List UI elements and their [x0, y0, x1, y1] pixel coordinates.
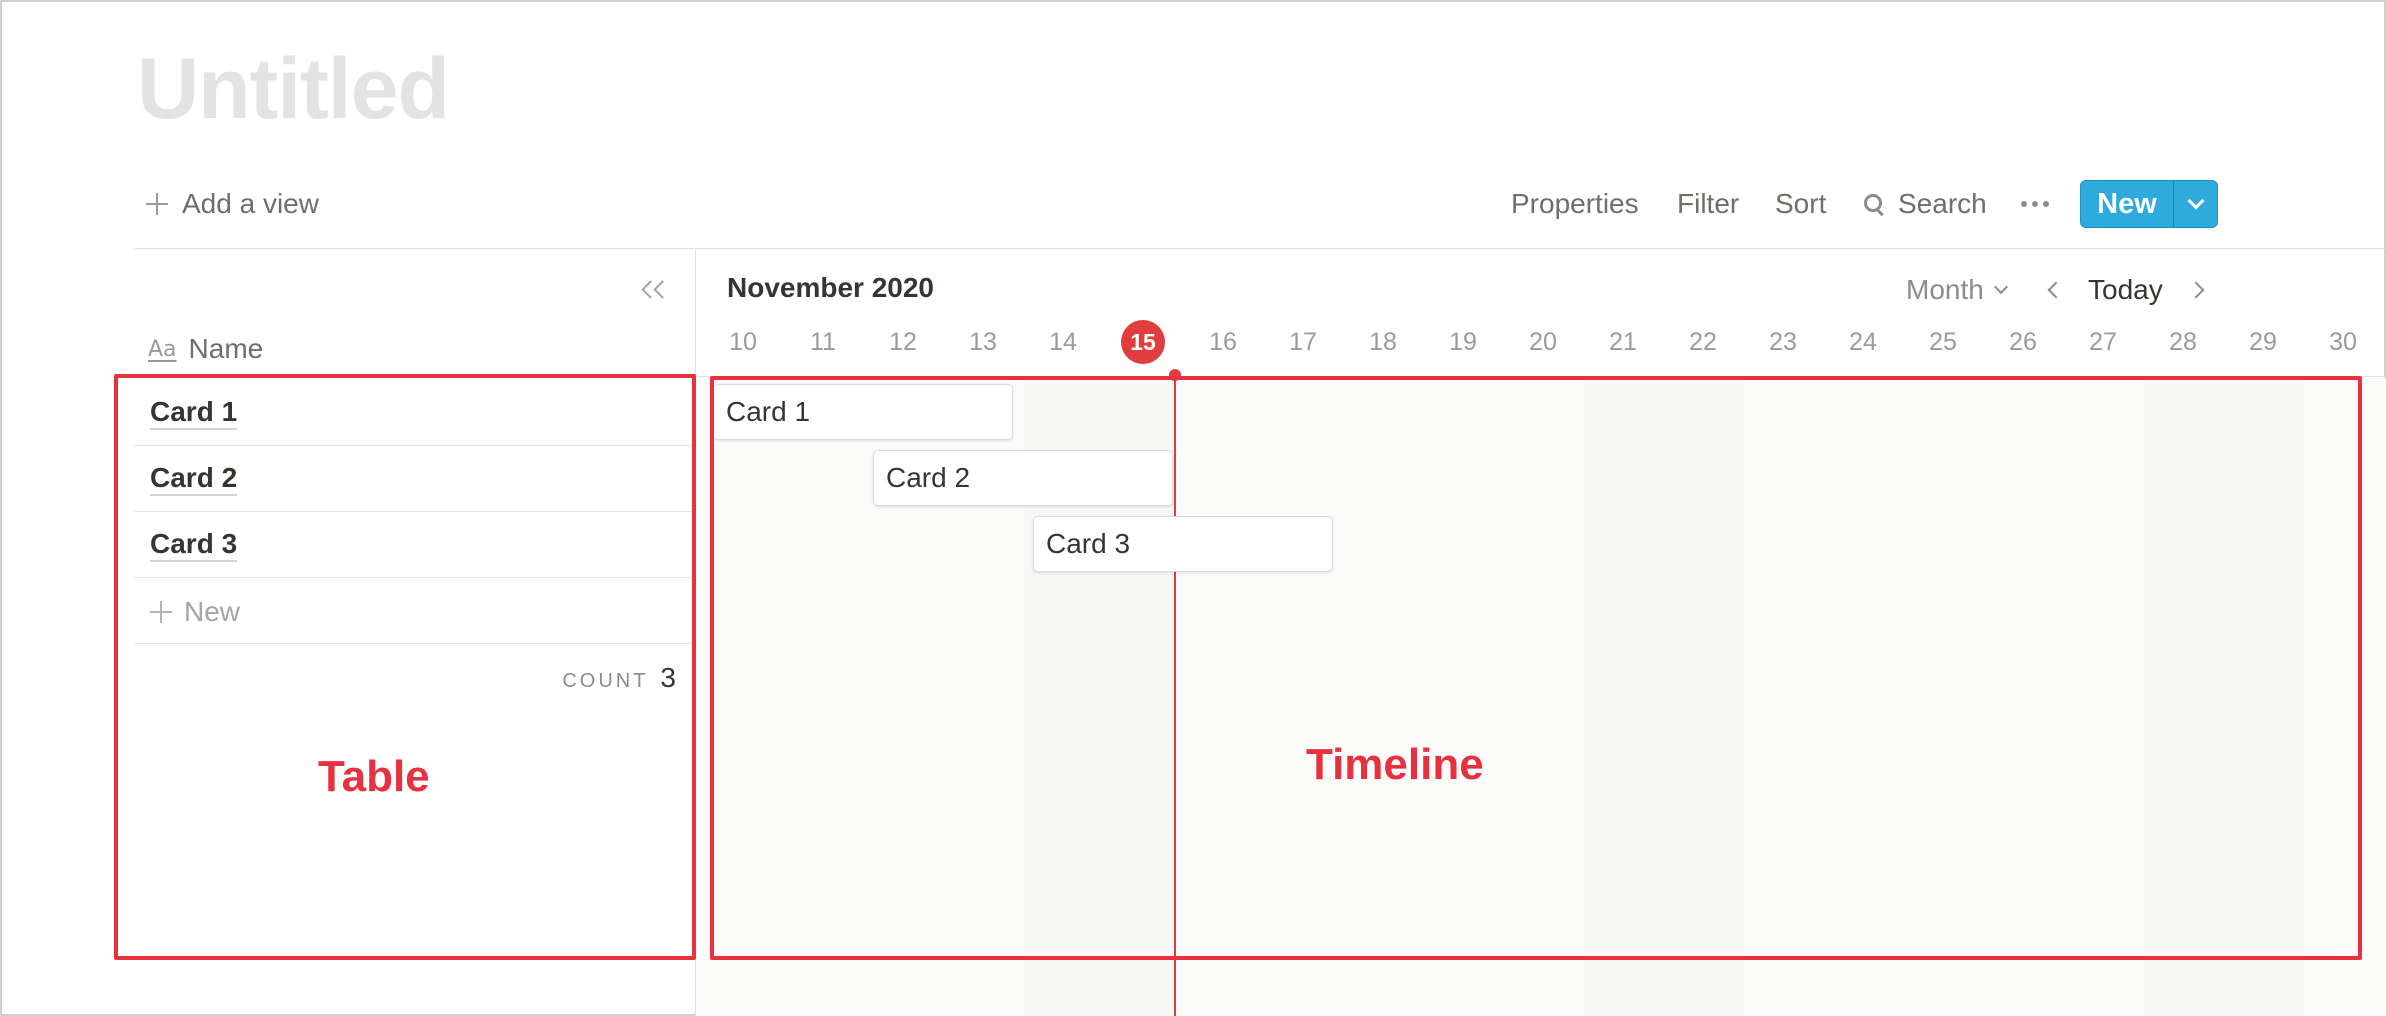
search-icon [1864, 194, 1884, 214]
day-label: 25 [1929, 327, 1957, 356]
scale-label: Month [1906, 274, 1984, 305]
day-label: 23 [1769, 327, 1797, 356]
day-label: 10 [729, 327, 757, 356]
chevron-right-icon [2187, 281, 2205, 299]
day-label: 14 [1049, 327, 1077, 356]
today-button[interactable]: Today [2088, 272, 2163, 308]
day-label: 17 [1289, 327, 1317, 356]
day-label: 19 [1449, 327, 1477, 356]
page-title[interactable]: Untitled [137, 40, 450, 139]
table-annotation-box [114, 374, 696, 960]
next-button[interactable] [2187, 280, 2208, 300]
new-button-group: New [2080, 180, 2218, 228]
day-label: 30 [2329, 327, 2357, 356]
sort-button[interactable]: Sort [1775, 180, 1826, 228]
day-label: 15 [1113, 320, 1173, 364]
day-label: 21 [1609, 327, 1637, 356]
new-button[interactable]: New [2081, 181, 2173, 227]
collapse-table-button[interactable] [640, 278, 674, 302]
day-label: 18 [1369, 327, 1397, 356]
new-dropdown-button[interactable] [2174, 181, 2217, 227]
search-label: Search [1898, 188, 1987, 219]
day-label: 27 [2089, 327, 2117, 356]
name-column-header[interactable]: Aa Name [148, 332, 263, 366]
filter-button[interactable]: Filter [1677, 180, 1739, 228]
chevron-left-icon [2047, 281, 2065, 299]
day-label: 28 [2169, 327, 2197, 356]
day-label: 12 [889, 327, 917, 356]
timeline-annotation-label: Timeline [1306, 740, 1484, 789]
day-label: 22 [1689, 327, 1717, 356]
month-label: November 2020 [727, 272, 935, 303]
name-column-label: Name [188, 333, 264, 364]
previous-button[interactable] [2044, 280, 2065, 300]
more-icon [2021, 201, 2049, 207]
view-toolbar: Properties Filter Sort Search [0, 180, 2386, 228]
chevron-left-icon [653, 280, 672, 299]
toolbar-divider [134, 248, 2386, 249]
day-label: 16 [1209, 327, 1237, 356]
search-button[interactable]: Search [1864, 180, 1987, 228]
text-property-icon: Aa [148, 336, 177, 362]
chevron-down-icon [1993, 279, 2008, 295]
timeline-scale-select[interactable]: Month [1906, 272, 2008, 308]
day-label: 29 [2249, 327, 2277, 356]
properties-button[interactable]: Properties [1511, 180, 1639, 228]
chevron-down-icon [2187, 192, 2204, 210]
day-label: 24 [1849, 327, 1877, 356]
day-label: 26 [2009, 327, 2037, 356]
timeline-annotation-box [710, 376, 2362, 960]
table-annotation-label: Table [318, 752, 430, 801]
more-options-button[interactable] [2021, 180, 2049, 228]
day-label: 13 [969, 327, 997, 356]
day-label: 20 [1529, 327, 1557, 356]
day-label: 11 [810, 327, 836, 356]
